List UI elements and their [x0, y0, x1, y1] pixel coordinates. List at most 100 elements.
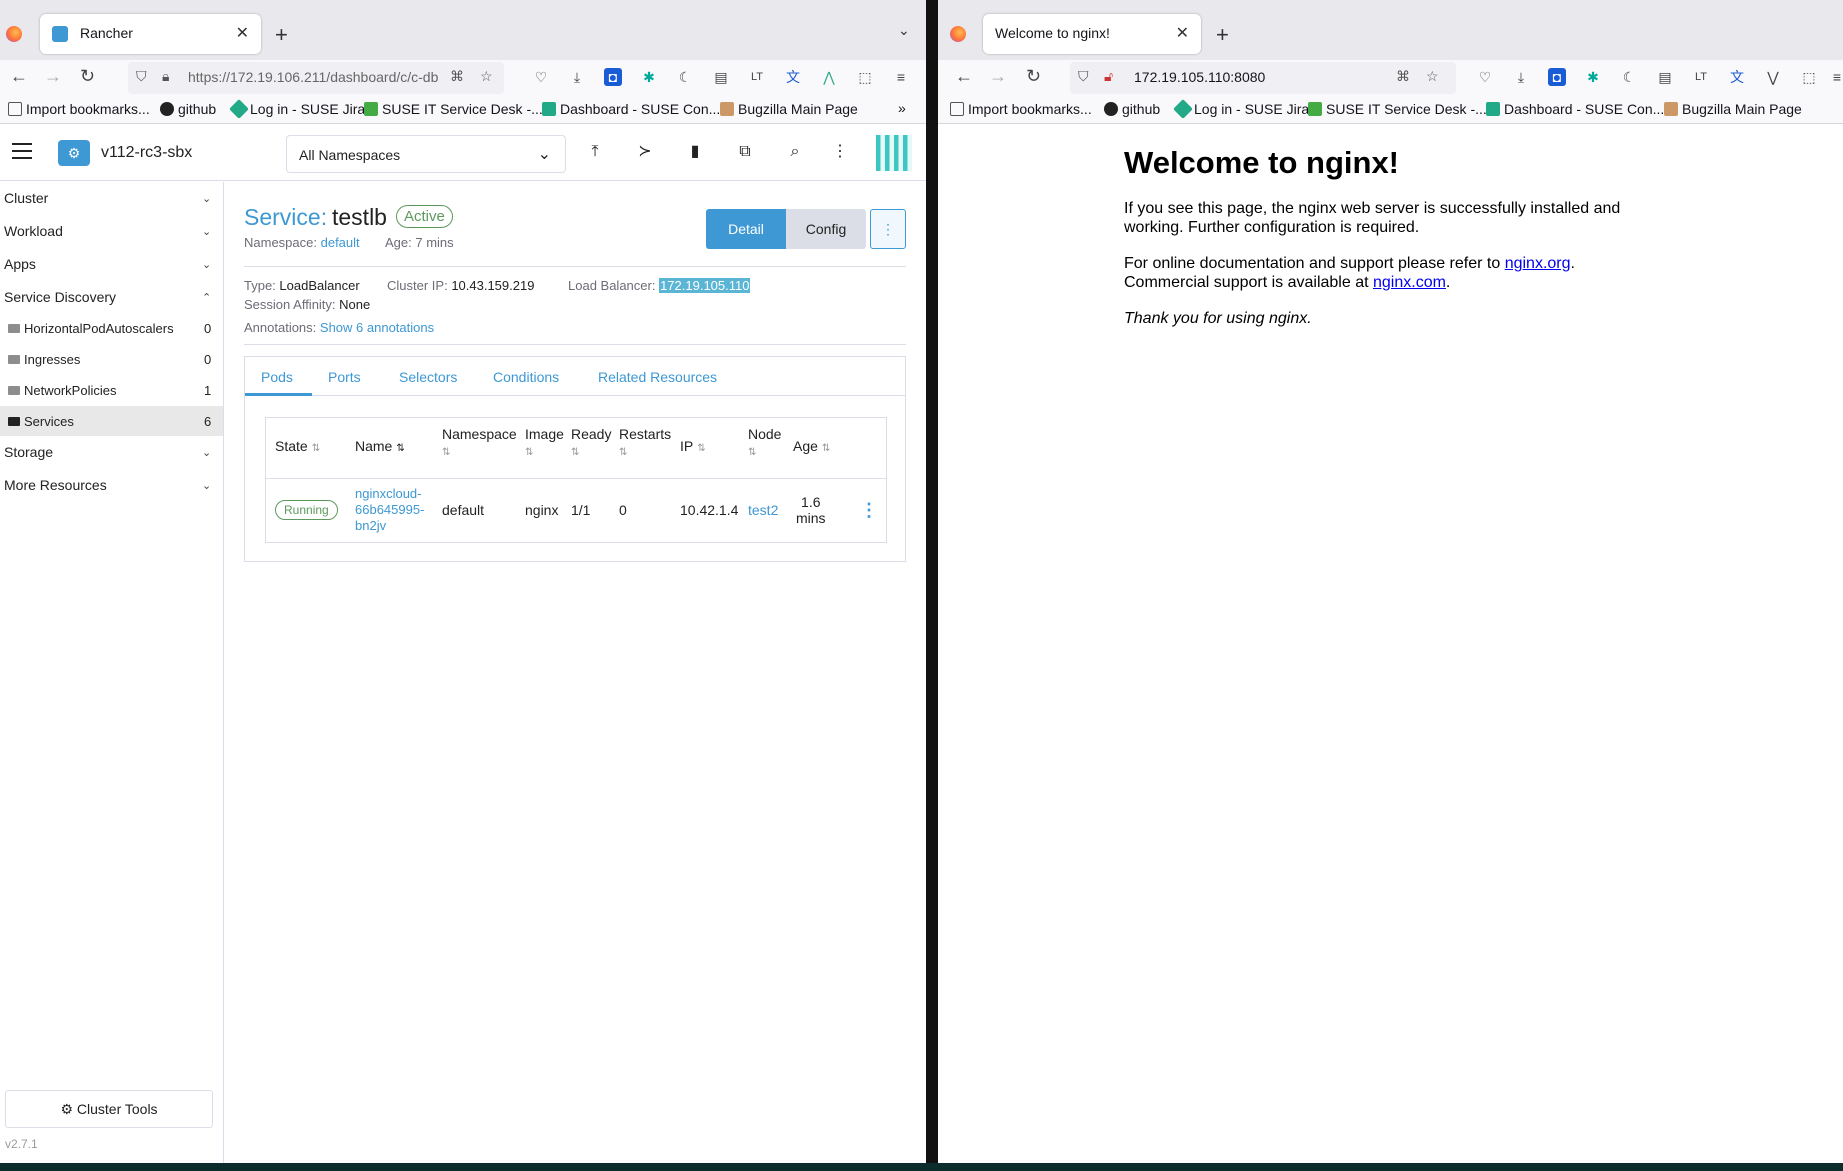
column-header-state[interactable]: State ⇅: [275, 438, 320, 454]
back-icon[interactable]: ←: [955, 66, 973, 87]
address-bar[interactable]: ⛉ 🔒︎ https://172.19.106.211/dashboard/c/…: [128, 62, 504, 94]
kubectl-shell-icon[interactable]: ≻: [635, 142, 655, 162]
column-header-namespace[interactable]: Namespace ⇅: [442, 426, 517, 458]
sidebar-group-more-resources[interactable]: More Resources: [4, 477, 107, 493]
shield-icon[interactable]: ⛉: [136, 68, 147, 85]
extension-icon[interactable]: ☾: [676, 68, 694, 86]
more-actions-button[interactable]: ⋮: [870, 209, 906, 249]
extension-icon[interactable]: ◘: [1548, 68, 1566, 86]
bookmark-item[interactable]: SUSE IT Service Desk -...: [364, 101, 543, 117]
column-header-ready[interactable]: Ready ⇅: [571, 426, 611, 458]
sidebar-item-ingresses[interactable]: Ingresses: [8, 352, 80, 367]
tab-selectors[interactable]: Selectors: [399, 369, 457, 385]
translate-icon[interactable]: ⌘: [450, 68, 464, 85]
bookmark-star-icon[interactable]: ☆: [1426, 68, 1439, 85]
column-header-ip[interactable]: IP ⇅: [680, 438, 706, 454]
close-tab-icon[interactable]: ✕: [236, 23, 249, 43]
pocket-icon[interactable]: ♡: [1476, 68, 1494, 86]
new-tab-icon[interactable]: +: [275, 22, 288, 48]
url-text[interactable]: https://172.19.106.211/dashboard/c/c-db: [188, 69, 448, 85]
translate-ext-icon[interactable]: 文: [1728, 68, 1746, 86]
reload-icon[interactable]: ↻: [80, 66, 95, 87]
bookmark-item[interactable]: Log in - SUSE Jira: [1173, 99, 1309, 119]
bookmark-item[interactable]: Log in - SUSE Jira: [229, 99, 365, 119]
tab-pods[interactable]: Pods: [261, 369, 293, 385]
column-header-restarts[interactable]: Restarts ⇅: [619, 426, 671, 458]
sidebar-group-apps[interactable]: Apps: [4, 256, 36, 272]
sidebar-group-storage[interactable]: Storage: [4, 444, 53, 460]
bookmark-item[interactable]: Dashboard - SUSE Con...: [542, 101, 720, 117]
search-icon[interactable]: ⌕: [785, 142, 805, 162]
version-label[interactable]: v2.7.1: [5, 1137, 38, 1151]
sidebar-item-horizontalpodautoscalers[interactable]: HorizontalPodAutoscalers: [8, 321, 174, 336]
lock-icon[interactable]: 🔒︎: [162, 68, 169, 85]
shield-icon[interactable]: ⛉: [1078, 68, 1089, 85]
sidebar-item-networkpolicies[interactable]: NetworkPolicies: [8, 383, 116, 398]
bookmark-item[interactable]: Bugzilla Main Page: [720, 101, 858, 117]
sidebar-item-services[interactable]: Services: [8, 414, 74, 429]
forward-icon[interactable]: →: [989, 66, 1007, 87]
import-yaml-icon[interactable]: ⤒: [585, 142, 605, 162]
bookmark-item[interactable]: Import bookmarks...: [950, 101, 1092, 117]
column-header-node[interactable]: Node ⇅: [748, 426, 781, 458]
bookmark-item[interactable]: github: [1104, 101, 1160, 117]
detail-button[interactable]: Detail: [706, 209, 786, 249]
tab-related-resources[interactable]: Related Resources: [598, 369, 717, 385]
pocket-icon[interactable]: ♡: [532, 68, 550, 86]
pod-name-link[interactable]: nginxcloud- 66b645995- bn2jv: [355, 486, 424, 534]
load-balancer-ip[interactable]: 172.19.105.110: [659, 278, 751, 293]
extension-icon[interactable]: ⋁: [1764, 68, 1782, 86]
column-header-image[interactable]: Image ⇅: [525, 426, 564, 458]
bookmark-item[interactable]: Dashboard - SUSE Con...: [1486, 101, 1664, 117]
new-tab-icon[interactable]: +: [1216, 22, 1229, 48]
extension-icon[interactable]: LT: [748, 68, 766, 86]
show-annotations-link[interactable]: Show 6 annotations: [320, 320, 434, 335]
pod-node-link[interactable]: test2: [748, 502, 778, 518]
close-tab-icon[interactable]: ✕: [1176, 23, 1189, 43]
column-header-name[interactable]: Name ⇅: [355, 438, 405, 454]
bookmark-item[interactable]: SUSE IT Service Desk -...: [1308, 101, 1487, 117]
nginx-com-link[interactable]: nginx.com: [1373, 274, 1446, 291]
config-button[interactable]: Config: [786, 209, 866, 249]
hamburger-menu-icon[interactable]: [12, 143, 32, 159]
namespace-link[interactable]: default: [321, 235, 360, 250]
extension-icon[interactable]: ✱: [640, 68, 658, 86]
tab-ports[interactable]: Ports: [328, 369, 361, 385]
bookmark-item[interactable]: Import bookmarks...: [8, 101, 150, 117]
bookmark-item[interactable]: github: [160, 101, 216, 117]
row-actions-icon[interactable]: ⋮: [860, 500, 878, 521]
menu-icon[interactable]: ≡: [1828, 68, 1843, 86]
menu-icon[interactable]: ≡: [892, 68, 910, 86]
nginx-org-link[interactable]: nginx.org: [1505, 255, 1571, 272]
sidebar-group-cluster[interactable]: Cluster: [4, 190, 48, 206]
extension-icon[interactable]: ☾: [1620, 68, 1638, 86]
reload-icon[interactable]: ↻: [1026, 66, 1041, 87]
translate-ext-icon[interactable]: 文: [784, 68, 802, 86]
tab-rancher[interactable]: Rancher ✕: [40, 14, 261, 54]
extension-icon[interactable]: ✱: [1584, 68, 1602, 86]
chevron-down-icon[interactable]: ⌄: [202, 479, 211, 492]
chevron-down-icon[interactable]: ⌄: [202, 225, 211, 238]
cluster-tools-button[interactable]: ⚙ Cluster Tools: [5, 1090, 213, 1128]
tab-nginx[interactable]: Welcome to nginx! ✕: [983, 14, 1201, 54]
address-bar[interactable]: ⛉ 🔓︎ 172.19.105.110:8080 ⌘ ☆: [1070, 62, 1456, 94]
column-header-age[interactable]: Age ⇅: [793, 438, 830, 454]
extension-icon[interactable]: ◘: [604, 68, 622, 86]
forward-icon[interactable]: →: [44, 66, 62, 87]
back-icon[interactable]: ←: [10, 66, 28, 87]
download-icon[interactable]: ⤓: [1512, 68, 1530, 86]
chevron-down-icon[interactable]: ⌄: [202, 258, 211, 271]
sidebar-group-service-discovery[interactable]: Service Discovery: [4, 289, 116, 305]
download-icon[interactable]: ⤓: [568, 68, 586, 86]
extensions-icon[interactable]: ⬚: [1800, 68, 1818, 86]
copy-kubeconfig-icon[interactable]: ⧉: [735, 142, 755, 162]
chevron-down-icon[interactable]: ⌄: [202, 446, 211, 459]
extensions-icon[interactable]: ⬚: [856, 68, 874, 86]
namespace-select[interactable]: All Namespaces ⌄: [286, 135, 566, 173]
extension-icon[interactable]: ▤: [712, 68, 730, 86]
sidebar-group-workload[interactable]: Workload: [4, 223, 63, 239]
kubeconfig-icon[interactable]: ▮: [685, 142, 705, 162]
list-tabs-icon[interactable]: ⌄: [898, 22, 910, 39]
avatar[interactable]: [876, 135, 912, 171]
tab-conditions[interactable]: Conditions: [493, 369, 559, 385]
